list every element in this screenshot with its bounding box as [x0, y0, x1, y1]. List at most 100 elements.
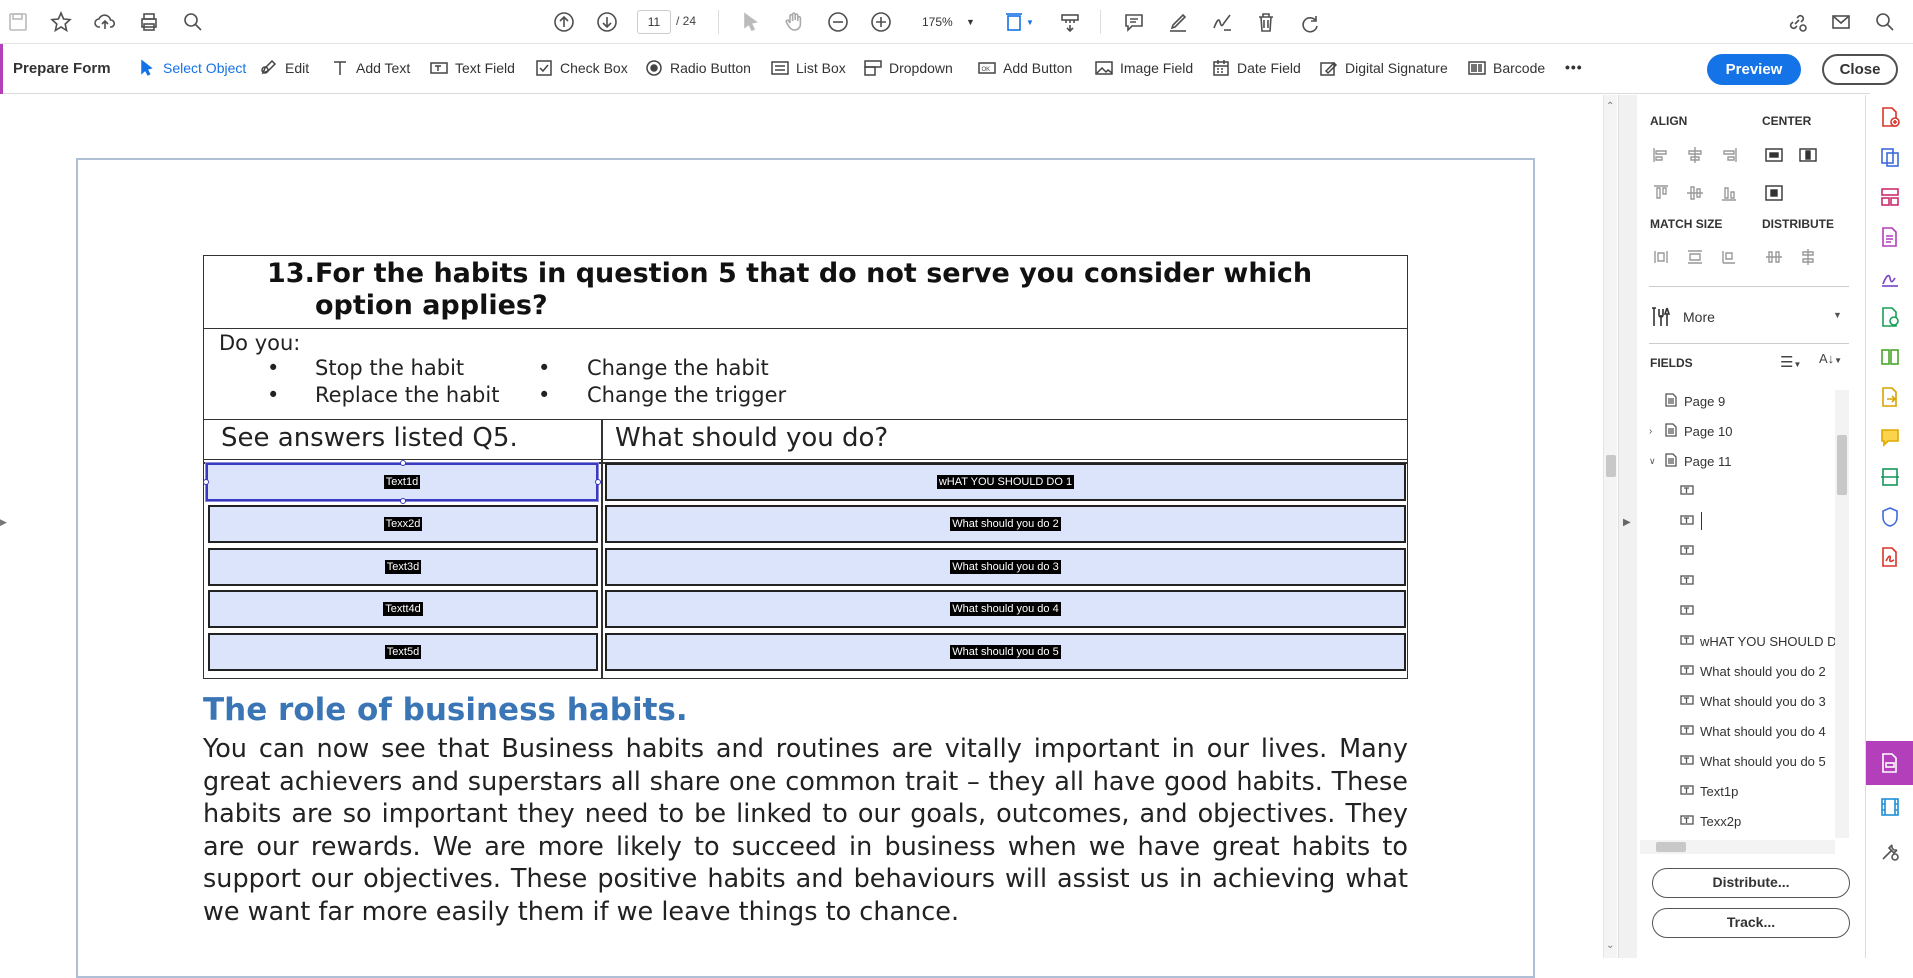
tree-page-node[interactable]: Page 9: [1664, 390, 1725, 412]
resize-handle[interactable]: [400, 460, 406, 466]
scan-ocr-icon[interactable]: [1878, 465, 1902, 489]
sort-options-icon[interactable]: ☰▼: [1780, 353, 1801, 371]
form-field-what-should-do-5[interactable]: What should you do 5: [605, 633, 1406, 671]
scroll-down-icon[interactable]: ⌄: [1606, 940, 1614, 951]
add-text-tool[interactable]: Add Text: [330, 59, 410, 77]
fill-sign-icon[interactable]: [1878, 265, 1902, 289]
page-fit-icon[interactable]: ▼: [1002, 9, 1036, 35]
text-field-tool[interactable]: Text Field: [429, 59, 515, 77]
match-height-icon[interactable]: [1685, 247, 1705, 267]
fields-tree[interactable]: Page 9 › Page 10 ∨ Page 11 wHAT YOU SHOULD…: [1649, 390, 1849, 835]
find-zoom-icon[interactable]: [180, 9, 206, 35]
dropdown-tool[interactable]: Dropdown: [863, 59, 953, 77]
form-field-what-should-do-2[interactable]: What should you do 2: [605, 505, 1406, 543]
select-object-tool[interactable]: Select Object: [137, 59, 246, 77]
scrolling-mode-icon[interactable]: [1057, 9, 1083, 35]
highlight-pen-icon[interactable]: [1165, 9, 1191, 35]
hand-tool-icon[interactable]: [781, 9, 807, 35]
tree-field-node[interactable]: What should you do 2: [1680, 660, 1826, 682]
barcode-tool[interactable]: Barcode: [1467, 59, 1545, 77]
tree-field-node[interactable]: [1680, 510, 1702, 532]
close-button[interactable]: Close: [1822, 54, 1898, 85]
zoom-in-icon[interactable]: [868, 9, 894, 35]
resize-handle[interactable]: [595, 479, 601, 485]
form-field-text1d[interactable]: Text1d: [205, 462, 599, 502]
match-width-icon[interactable]: [1651, 247, 1671, 267]
more-tools-wrench-icon[interactable]: [1878, 840, 1902, 864]
edit-pdf-icon[interactable]: [1878, 225, 1902, 249]
sort-alpha-icon[interactable]: A↓▼: [1819, 351, 1842, 366]
left-panel-toggle-icon[interactable]: ▶: [0, 517, 7, 528]
date-field-tool[interactable]: Date Field: [1211, 59, 1301, 77]
chevron-down-icon[interactable]: ∨: [1649, 456, 1658, 467]
save-icon[interactable]: [5, 9, 31, 35]
scrollbar-thumb[interactable]: [1606, 455, 1616, 477]
tree-page-node[interactable]: › Page 10: [1649, 420, 1732, 442]
share-link-icon[interactable]: [1784, 9, 1810, 35]
track-button[interactable]: Track...: [1652, 908, 1850, 938]
center-vertical-icon[interactable]: [1798, 145, 1818, 165]
tree-field-node[interactable]: What should you do 3: [1680, 690, 1826, 712]
collapse-panel-icon[interactable]: ▶: [1623, 517, 1631, 528]
send-for-review-icon[interactable]: [1878, 305, 1902, 329]
email-icon[interactable]: [1828, 9, 1854, 35]
form-field-texx2d[interactable]: Texx2d: [208, 505, 598, 543]
redo-icon[interactable]: [1297, 9, 1323, 35]
tree-field-node[interactable]: Text1p: [1680, 780, 1738, 802]
align-right-icon[interactable]: [1719, 145, 1739, 165]
tree-page-node[interactable]: ∨ Page 11: [1649, 450, 1731, 472]
organize-pages-icon[interactable]: [1878, 185, 1902, 209]
align-bottom-icon[interactable]: [1719, 183, 1739, 203]
form-field-textt4d[interactable]: Textt4d: [208, 590, 598, 628]
more-tools-button[interactable]: •••: [1565, 59, 1583, 75]
delete-trash-icon[interactable]: [1253, 9, 1279, 35]
form-field-what-should-do-1[interactable]: wHAT YOU SHOULD DO 1: [605, 463, 1406, 501]
panel-collapse-strip[interactable]: ▶: [1618, 95, 1637, 958]
more-dropdown[interactable]: More ▼: [1649, 305, 1842, 331]
distribute-button[interactable]: Distribute...: [1652, 868, 1850, 898]
chevron-right-icon[interactable]: ›: [1649, 426, 1658, 437]
acrobat-pdf-icon[interactable]: [1878, 545, 1902, 569]
tree-field-node[interactable]: [1680, 480, 1700, 502]
center-horizontal-icon[interactable]: [1764, 145, 1784, 165]
center-both-icon[interactable]: [1764, 183, 1784, 203]
rich-media-icon[interactable]: [1878, 795, 1902, 819]
document-scrollbar[interactable]: ⌃ ⌄: [1603, 95, 1617, 958]
tree-field-node[interactable]: What should you do 4: [1680, 720, 1826, 742]
tree-field-node[interactable]: wHAT YOU SHOULD D: [1680, 630, 1837, 652]
previous-page-icon[interactable]: [551, 9, 577, 35]
comment-tool-icon[interactable]: [1878, 425, 1902, 449]
compare-files-icon[interactable]: [1878, 345, 1902, 369]
digital-signature-tool[interactable]: Digital Signature: [1319, 59, 1448, 77]
image-field-tool[interactable]: Image Field: [1094, 59, 1193, 77]
distribute-vertical-icon[interactable]: [1798, 247, 1818, 267]
sign-icon[interactable]: [1209, 9, 1235, 35]
scroll-up-icon[interactable]: ⌃: [1606, 101, 1614, 112]
fields-tree-hscrollbar[interactable]: [1640, 840, 1835, 854]
bookmark-star-icon[interactable]: [48, 9, 74, 35]
prepare-form-icon[interactable]: [1878, 751, 1902, 775]
print-icon[interactable]: [136, 9, 162, 35]
export-icon[interactable]: [1878, 385, 1902, 409]
zoom-out-icon[interactable]: [825, 9, 851, 35]
align-left-icon[interactable]: [1651, 145, 1671, 165]
zoom-level-select[interactable]: 175% ▼: [910, 10, 980, 34]
list-box-tool[interactable]: List Box: [770, 59, 846, 77]
tree-field-node[interactable]: Texx2p: [1680, 810, 1741, 832]
align-center-horizontal-icon[interactable]: [1685, 145, 1705, 165]
resize-handle[interactable]: [203, 479, 209, 485]
tree-field-node[interactable]: [1680, 600, 1700, 622]
form-field-text3d[interactable]: Text3d: [208, 548, 598, 586]
search-icon[interactable]: [1872, 9, 1898, 35]
export-pdf-icon[interactable]: [1878, 145, 1902, 169]
radio-button-tool[interactable]: Radio Button: [644, 59, 751, 77]
preview-button[interactable]: Preview: [1707, 54, 1801, 85]
match-both-icon[interactable]: [1719, 247, 1739, 267]
edit-tool[interactable]: Edit: [259, 59, 309, 77]
protect-shield-icon[interactable]: [1878, 505, 1902, 529]
comment-icon[interactable]: [1121, 9, 1147, 35]
tree-field-node[interactable]: What should you do 5: [1680, 750, 1826, 772]
tree-field-node[interactable]: [1680, 540, 1700, 562]
tree-field-node[interactable]: [1680, 570, 1700, 592]
form-field-text5d[interactable]: Text5d: [208, 633, 598, 671]
